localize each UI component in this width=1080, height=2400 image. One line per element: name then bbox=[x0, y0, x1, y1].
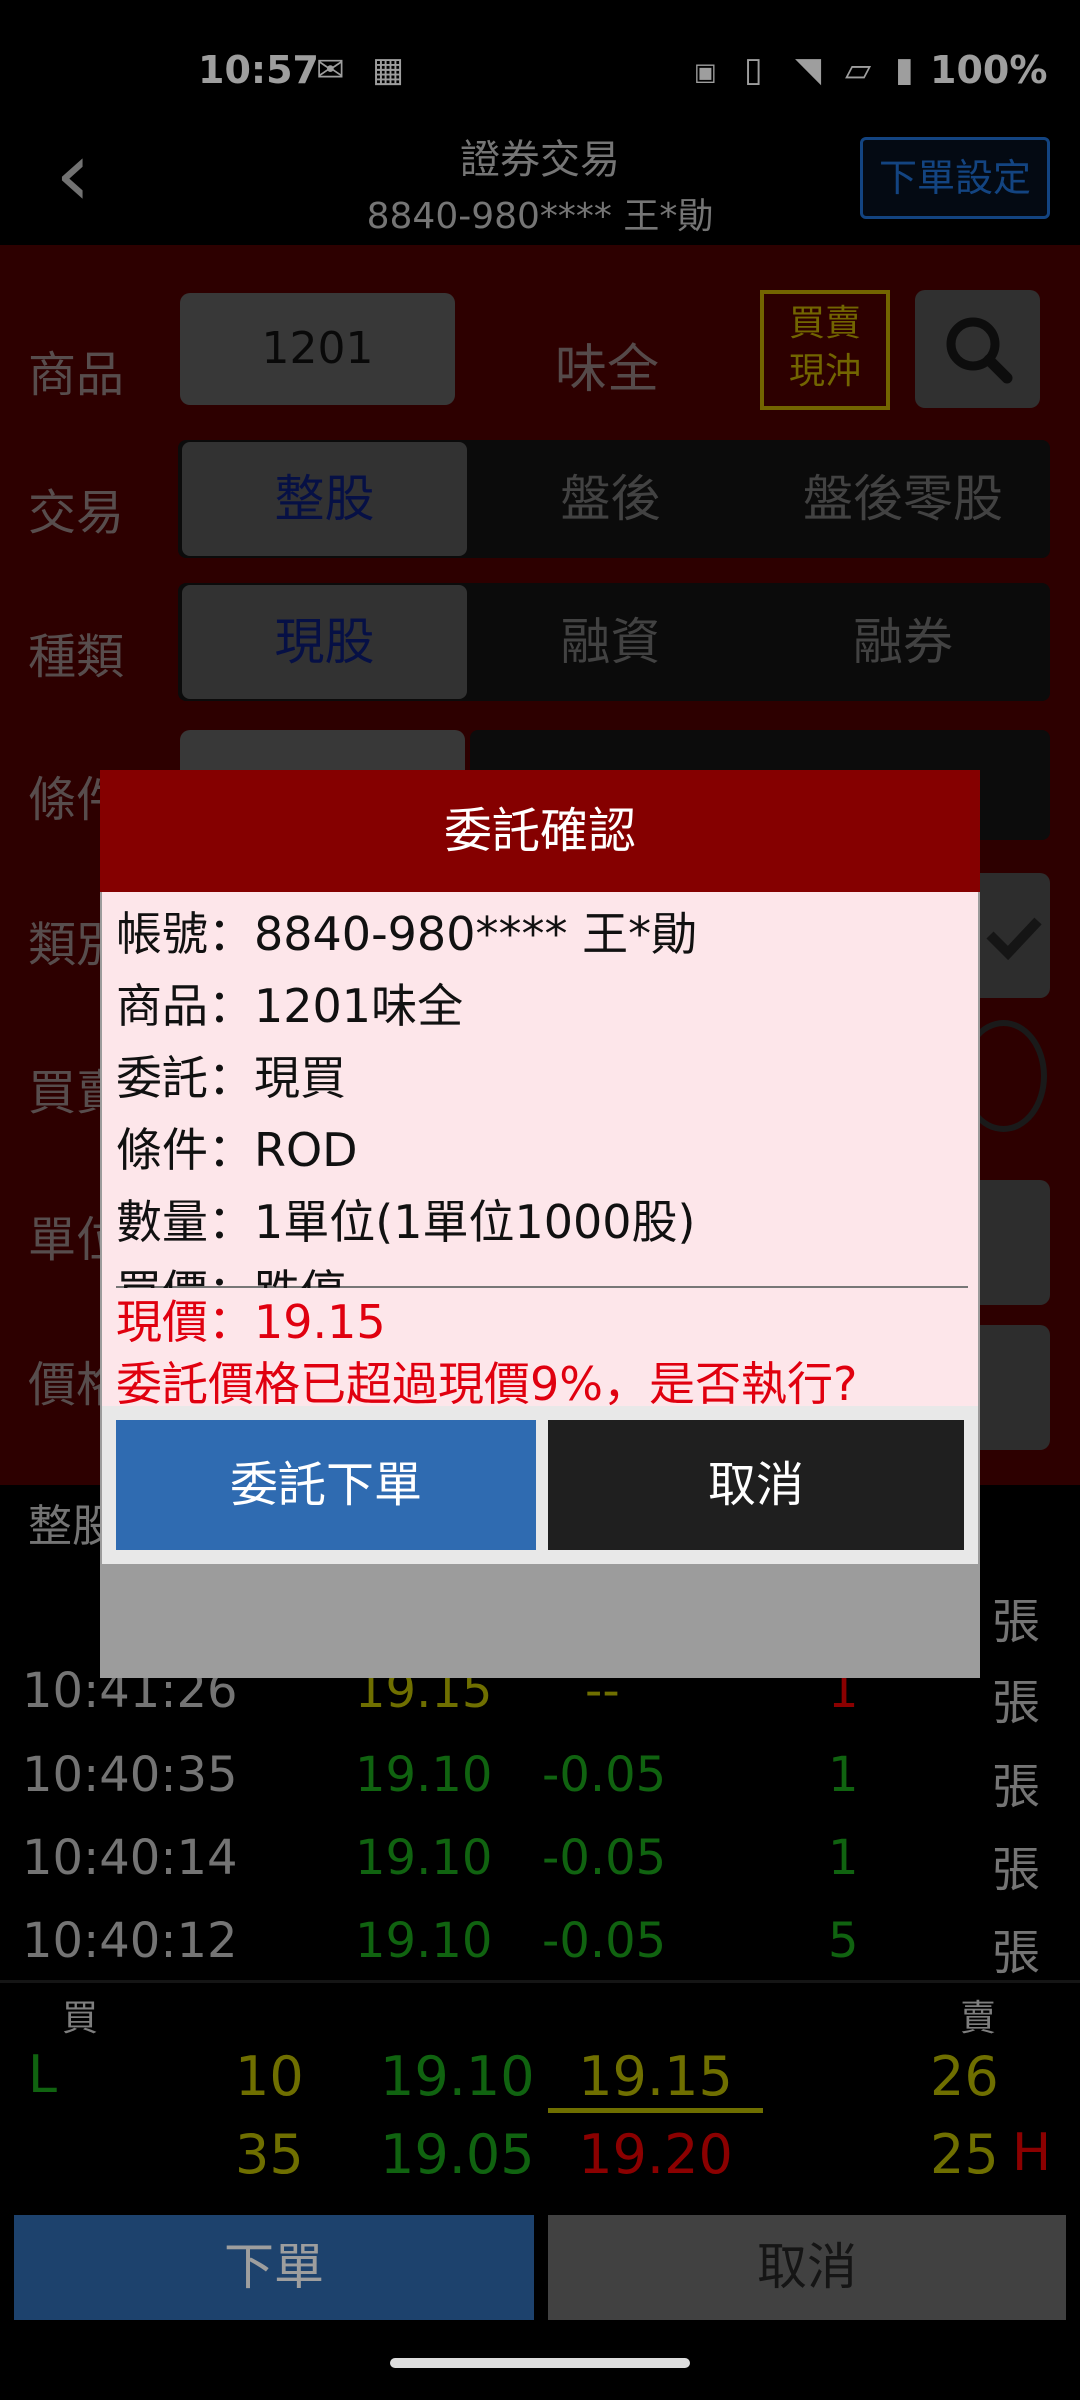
dialog-condition-line: 條件：ROD bbox=[116, 1123, 358, 1177]
dialog-cancel-button[interactable]: 取消 bbox=[548, 1420, 964, 1550]
dialog-current-price: 現價：19.15 bbox=[116, 1295, 386, 1349]
confirm-order-button[interactable]: 委託下單 bbox=[116, 1420, 536, 1550]
dialog-product-line: 商品：1201味全 bbox=[116, 979, 464, 1033]
dialog-body: 帳號：8840-980**** 王*勛 商品：1201味全 委託：現買 條件：R… bbox=[102, 892, 978, 1289]
dialog-title: 委託確認 bbox=[100, 770, 980, 892]
dialog-quantity-line: 數量：1單位(1單位1000股) bbox=[116, 1195, 696, 1249]
dialog-button-row: 委託下單 取消 bbox=[102, 1406, 978, 1564]
order-confirm-dialog: 委託確認 帳號：8840-980**** 王*勛 商品：1201味全 委託：現買… bbox=[100, 770, 980, 1678]
dialog-warning: 現價：19.15 委託價格已超過現價9%，是否執行? bbox=[102, 1288, 978, 1411]
gesture-nav-handle[interactable] bbox=[390, 2358, 690, 2368]
dialog-order-type-line: 委託：現買 bbox=[116, 1051, 346, 1105]
dialog-warning-text: 委託價格已超過現價9%，是否執行? bbox=[116, 1357, 858, 1411]
dialog-account-line: 帳號：8840-980**** 王*勛 bbox=[116, 907, 698, 961]
